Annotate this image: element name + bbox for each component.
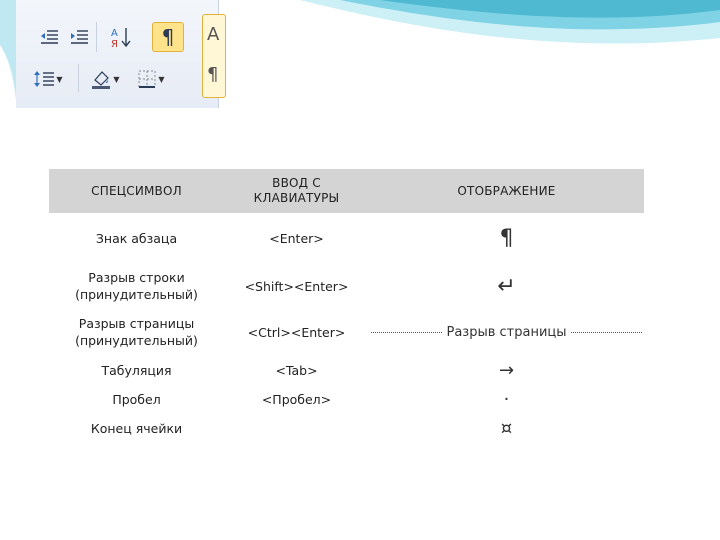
page-break-label: Разрыв страницы bbox=[446, 324, 567, 340]
row-input: <Ctrl><Enter> bbox=[247, 324, 346, 340]
table-row: Конец ячейки ¤ bbox=[49, 413, 644, 443]
line-break-icon: ↵ bbox=[497, 273, 516, 299]
ribbon-separator bbox=[78, 64, 79, 92]
end-of-cell-icon: ¤ bbox=[500, 417, 513, 439]
style-letter: A bbox=[207, 24, 220, 45]
chevron-down-icon: ▼ bbox=[113, 74, 120, 84]
dotted-line bbox=[371, 331, 443, 333]
ribbon-separator bbox=[96, 22, 97, 52]
line-spacing-icon[interactable]: ▼ bbox=[30, 66, 66, 92]
table-row: Табуляция <Tab> → bbox=[49, 355, 644, 385]
chevron-down-icon: ▼ bbox=[56, 74, 63, 84]
row-input: <Enter> bbox=[269, 230, 324, 246]
row-input: <Пробел> bbox=[261, 391, 332, 407]
svg-text:A: A bbox=[111, 28, 118, 39]
table-header: СПЕЦСИМВОЛ ВВОД С КЛАВИАТУРЫ ОТОБРАЖЕНИЕ bbox=[49, 169, 644, 213]
table-row: Знак абзаца <Enter> ¶ bbox=[49, 213, 644, 263]
show-formatting-marks-button[interactable]: ¶ bbox=[152, 22, 184, 52]
row-input: <Tab> bbox=[275, 362, 318, 378]
table-row: Разрыв страницы (принудительный) <Ctrl><… bbox=[49, 309, 644, 355]
table-row: Разрыв строки (принудительный) <Shift><E… bbox=[49, 263, 644, 309]
row-name: Разрыв строки (принудительный) bbox=[49, 269, 224, 303]
style-mark: ¶ bbox=[207, 64, 219, 85]
row-name: Разрыв страницы (принудительный) bbox=[49, 315, 224, 349]
header-keyboard-input: ВВОД С КЛАВИАТУРЫ bbox=[224, 176, 369, 206]
row-name: Пробел bbox=[112, 391, 161, 407]
sort-icon[interactable]: AЯ bbox=[108, 24, 134, 50]
increase-indent-icon[interactable] bbox=[66, 24, 92, 50]
row-name: Табуляция bbox=[101, 362, 172, 378]
chevron-down-icon: ▼ bbox=[158, 74, 165, 84]
styles-gallery[interactable]: A ¶ bbox=[202, 14, 226, 98]
tab-arrow-icon: → bbox=[498, 359, 515, 381]
table-row: Пробел <Пробел> · bbox=[49, 385, 644, 413]
borders-icon[interactable]: ▼ bbox=[132, 66, 170, 92]
decrease-indent-icon[interactable] bbox=[36, 24, 62, 50]
row-name-line2: (принудительный) bbox=[75, 333, 198, 348]
header-keyboard-input-line2: КЛАВИАТУРЫ bbox=[253, 191, 340, 205]
svg-text:Я: Я bbox=[111, 39, 118, 48]
header-keyboard-input-line1: ВВОД С bbox=[272, 176, 321, 190]
header-special-symbol: СПЕЦСИМВОЛ bbox=[91, 183, 182, 198]
shading-icon[interactable]: ▼ bbox=[86, 66, 124, 92]
row-name: Знак абзаца bbox=[95, 230, 178, 246]
row-name-line2: (принудительный) bbox=[75, 287, 198, 302]
row-input: <Shift><Enter> bbox=[244, 278, 349, 294]
header-display: ОТОБРАЖЕНИЕ bbox=[457, 183, 556, 198]
pilcrow-icon: ¶ bbox=[161, 25, 175, 49]
special-characters-table: СПЕЦСИМВОЛ ВВОД С КЛАВИАТУРЫ ОТОБРАЖЕНИЕ… bbox=[49, 169, 644, 443]
space-dot-icon: · bbox=[503, 388, 510, 410]
ribbon-paragraph-group: AЯ ¶ ▼ ▼ ▼ A ¶ bbox=[16, 0, 226, 108]
page-break-display: Разрыв страницы bbox=[369, 324, 644, 341]
dotted-line bbox=[570, 331, 642, 333]
row-name-line1: Разрыв строки bbox=[88, 270, 185, 285]
row-name: Конец ячейки bbox=[90, 420, 183, 436]
row-name-line1: Разрыв страницы bbox=[78, 316, 195, 331]
pilcrow-icon: ¶ bbox=[499, 225, 514, 251]
